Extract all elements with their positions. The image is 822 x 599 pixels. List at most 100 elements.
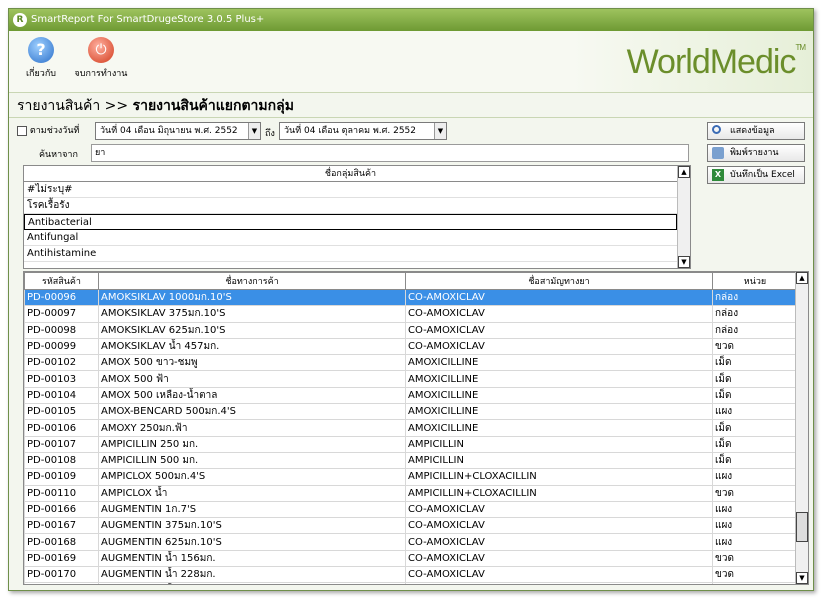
table-row[interactable]: PD-00170 AUGMENTIN น้ำ 228มก. CO-AMOXICLAV…: [24, 566, 798, 584]
cell-unit: กล่อง: [712, 288, 798, 307]
table-row[interactable]: PD-00166 AUGMENTIN 1ก.7'S CO-AMOXICLAV แผง: [24, 500, 798, 519]
table-row[interactable]: PD-00105 AMOX-BENCARD 500มก.4'S AMOXICILLI…: [24, 403, 798, 421]
table-row[interactable]: PD-00171AUGMENTIN น้ำ 457มก.35มล.CO-AMOX…: [24, 582, 798, 584]
group-list: ชื่อกลุ่มสินค้า #ไม่ระบุ# โรคเรื้อรัง An…: [23, 165, 691, 269]
cell-code: PD-00099: [24, 337, 99, 356]
brand-tm: TM: [795, 43, 806, 52]
table-row[interactable]: PD-00107 AMPICILLIN 250 มก. AMPICILLIN เม็ด: [24, 435, 798, 453]
cell-code: PD-00108: [24, 451, 99, 470]
cell-trade-name: AMOX 500 ขาว-ชมพู: [98, 354, 406, 372]
cell-code: PD-00167: [24, 517, 99, 535]
date-filter: ตามช่วงวันที่: [17, 123, 79, 137]
show-report-button[interactable]: แสดงข้อมูลรายงาน: [707, 122, 805, 152]
list-item[interactable]: #ไม่ระบุ#: [24, 182, 677, 198]
table-row[interactable]: PD-00106 AMOXY 250มก.ฟ้า AMOXICILLINE เม็ด: [24, 419, 798, 437]
list-item[interactable]: Antifungal: [24, 230, 677, 246]
cell-trade-name: AMPICILLIN 250 มก.: [98, 435, 406, 453]
print-report-label: พิมพ์รายงาน: [730, 148, 779, 158]
chevron-down-icon[interactable]: ▼: [434, 123, 446, 139]
table-row[interactable]: PD-00102 AMOX 500 ขาว-ชมพู AMOXICILLINE เม็…: [24, 354, 798, 372]
cell-generic-name: CO-AMOXICLAV: [405, 288, 713, 307]
power-icon: ⏻: [88, 37, 114, 63]
table-row[interactable]: PD-00098 AMOKSIKLAV 625มก.10'S CO-AMOXICLA…: [24, 321, 798, 339]
cell-code: PD-00106: [24, 419, 99, 437]
cell-unit: เม็ด: [712, 451, 798, 470]
search-input[interactable]: ยา: [91, 144, 689, 162]
cell-trade-name: AUGMENTIN 1ก.7'S: [98, 500, 406, 519]
column-header-generic-name[interactable]: ชื่อสามัญทางยา: [405, 272, 713, 290]
cell-code: PD-00169: [24, 549, 99, 568]
breadcrumb: รายงานสินค้า >> รายงานสินค้าแยกตามกลุ่ม: [9, 94, 813, 118]
cell-unit: ขวด: [712, 582, 798, 584]
about-button[interactable]: ? เกี่ยวกับ: [13, 37, 69, 80]
page-title: รายงานสินค้าแยกตามกลุ่ม: [132, 98, 294, 114]
date-to-select[interactable]: วันที่ 04 เดือน ตุลาคม พ.ศ. 2552 ▼: [279, 122, 447, 140]
cell-generic-name: AMOXICILLINE: [405, 354, 713, 372]
cell-trade-name: AMOXY 250มก.ฟ้า: [98, 419, 406, 437]
exit-label: จบการทำงาน: [74, 69, 128, 79]
date-from-value: วันที่ 04 เดือน มิถุนายน พ.ศ. 2552: [100, 126, 238, 136]
table-row[interactable]: PD-00109 AMPICLOX 500มก.4'S AMPICILLIN+CLO…: [24, 468, 798, 486]
cell-generic-name: CO-AMOXICLAV: [405, 549, 713, 568]
chevron-down-icon[interactable]: ▼: [248, 123, 260, 139]
scroll-thumb[interactable]: [796, 512, 808, 542]
exit-button[interactable]: ⏻ จบการทำงาน: [73, 37, 129, 80]
table-row[interactable]: PD-00108 AMPICILLIN 500 มก. AMPICILLIN เม็ด: [24, 451, 798, 470]
cell-trade-name: AUGMENTIN น้ำ 156มก.: [98, 549, 406, 568]
cell-trade-name: AMOX 500 ฟ้า: [98, 370, 406, 388]
date-range-checkbox[interactable]: [17, 125, 27, 136]
cell-generic-name: CO-AMOXICLAV: [405, 582, 713, 584]
cell-unit: เม็ด: [712, 354, 798, 372]
cell-trade-name: AMPICILLIN 500 มก.: [98, 451, 406, 470]
table-row[interactable]: PD-00167 AUGMENTIN 375มก.10'S CO-AMOXICLAV…: [24, 517, 798, 535]
scroll-up-icon[interactable]: ▲: [678, 166, 690, 178]
action-buttons: แสดงข้อมูลรายงาน พิมพ์รายงาน X บันทึกเป็…: [707, 122, 805, 188]
cell-generic-name: AMOXICILLINE: [405, 386, 713, 405]
column-header-trade-name[interactable]: ชื่อทางการค้า: [98, 272, 406, 290]
date-range-label: ตามช่วงวันที่: [29, 126, 80, 136]
search-label: ค้นหาจาก: [39, 150, 78, 160]
table-row[interactable]: PD-00103 AMOX 500 ฟ้า AMOXICILLINE เม็ด: [24, 370, 798, 388]
cell-trade-name: AMOKSIKLAV 1000มก.10'S: [98, 288, 406, 307]
app-logo-icon: R: [13, 13, 27, 27]
print-report-button[interactable]: พิมพ์รายงาน: [707, 144, 805, 162]
brand-text: WorldMedic: [626, 43, 797, 81]
date-from-select[interactable]: วันที่ 04 เดือน มิถุนายน พ.ศ. 2552 ▼: [95, 122, 261, 140]
cell-code: PD-00102: [24, 354, 99, 372]
save-excel-button[interactable]: X บันทึกเป็น Excel: [707, 166, 805, 184]
cell-generic-name: AMOXICILLINE: [405, 403, 713, 421]
cell-unit: แผง: [712, 500, 798, 519]
list-item[interactable]: Antibacterial: [24, 214, 677, 230]
table-row[interactable]: PD-00168 AUGMENTIN 625มก.10'S CO-AMOXICLAV…: [24, 533, 798, 551]
cell-trade-name: AMPICLOX 500มก.4'S: [98, 468, 406, 486]
list-item[interactable]: โรคเรื้อรัง: [24, 198, 677, 214]
table-row[interactable]: PD-00097 AMOKSIKLAV 375มก.10'S CO-AMOXICLA…: [24, 305, 798, 323]
cell-trade-name: AMOKSIKLAV 375มก.10'S: [98, 305, 406, 323]
table-row[interactable]: PD-00104 AMOX 500 เหลือง-น้ำตาล AMOXICILLI…: [24, 386, 798, 405]
app-window: R SmartReport For SmartDrugeStore 3.0.5 …: [8, 8, 814, 591]
cell-generic-name: AMPICILLIN: [405, 435, 713, 453]
cell-code: PD-00171: [24, 582, 99, 584]
cell-unit: เม็ด: [712, 370, 798, 388]
table-row[interactable]: PD-00096 AMOKSIKLAV 1000มก.10'S CO-AMOXICL…: [24, 288, 798, 307]
group-list-scrollbar[interactable]: ▲ ▼: [677, 166, 690, 268]
scroll-up-icon[interactable]: ▲: [796, 272, 808, 284]
column-header-code[interactable]: รหัสสินค้า: [24, 272, 99, 290]
cell-generic-name: AMOXICILLINE: [405, 370, 713, 388]
cell-trade-name: AUGMENTIN น้ำ 457มก.35มล.: [98, 582, 406, 584]
table-scrollbar[interactable]: ▲ ▼: [795, 272, 808, 584]
scroll-down-icon[interactable]: ▼: [796, 572, 808, 584]
cell-trade-name: AMOX 500 เหลือง-น้ำตาล: [98, 386, 406, 405]
cell-unit: แผง: [712, 533, 798, 551]
cell-unit: เม็ด: [712, 435, 798, 453]
table-row[interactable]: PD-00099 AMOKSIKLAV น้ำ 457มก. CO-AMOXICLA…: [24, 337, 798, 356]
table-header-row: รหัสสินค้า ชื่อทางการค้า ชื่อสามัญทางยา …: [24, 272, 798, 290]
cell-trade-name: AUGMENTIN น้ำ 228มก.: [98, 566, 406, 584]
table-row[interactable]: PD-00169 AUGMENTIN น้ำ 156มก. CO-AMOXICLAV…: [24, 549, 798, 568]
cell-code: PD-00107: [24, 435, 99, 453]
column-header-unit[interactable]: หน่วย: [712, 272, 798, 290]
cell-generic-name: CO-AMOXICLAV: [405, 337, 713, 356]
scroll-down-icon[interactable]: ▼: [678, 256, 690, 268]
list-item[interactable]: Antihistamine: [24, 246, 677, 262]
table-row[interactable]: PD-00110 AMPICLOX น้ำ AMPICILLIN+CLOXACILL…: [24, 484, 798, 502]
